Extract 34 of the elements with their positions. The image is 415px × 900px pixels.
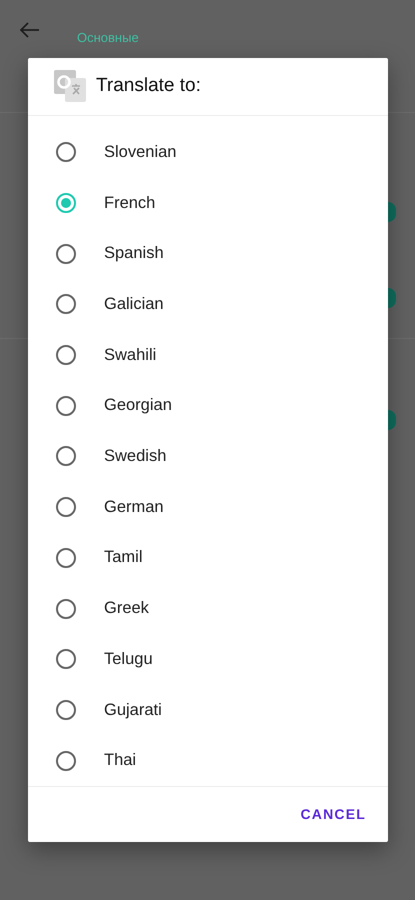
language-label[interactable]: Thai — [104, 748, 136, 773]
radio-button[interactable] — [56, 700, 76, 720]
radio-button[interactable] — [56, 396, 76, 416]
translate-icon — [54, 70, 86, 102]
language-label[interactable]: Greek — [104, 596, 149, 621]
section-title: Основные — [77, 29, 139, 48]
language-label[interactable]: Georgian — [104, 393, 172, 418]
radio-button[interactable] — [56, 142, 76, 162]
radio-button[interactable] — [56, 244, 76, 264]
switch-thumb[interactable] — [388, 202, 396, 222]
radio-button[interactable] — [56, 345, 76, 366]
switch-thumb[interactable] — [388, 288, 396, 308]
language-label[interactable]: Spanish — [104, 241, 164, 266]
language-label[interactable]: German — [104, 494, 164, 520]
language-label[interactable]: Telugu — [104, 646, 153, 672]
radio-button[interactable] — [56, 193, 76, 214]
radio-button[interactable] — [56, 548, 76, 568]
language-label[interactable]: Gujarati — [104, 698, 162, 722]
radio-button[interactable] — [56, 649, 76, 670]
language-label[interactable]: Swahili — [104, 342, 156, 368]
radio-button[interactable] — [56, 750, 76, 771]
dialog-title: Translate to: — [96, 74, 201, 98]
language-label[interactable]: Slovenian — [104, 140, 176, 165]
switch-thumb[interactable] — [388, 410, 396, 430]
cancel-button[interactable]: CANCEL — [298, 798, 368, 831]
language-label[interactable]: Swedish — [104, 444, 166, 469]
radio-button[interactable] — [56, 294, 76, 314]
radio-button[interactable] — [56, 497, 76, 518]
radio-button[interactable] — [56, 598, 76, 619]
back-arrow-icon[interactable] — [20, 22, 40, 38]
language-label[interactable]: French — [104, 190, 156, 216]
language-label[interactable]: Galician — [104, 292, 164, 317]
radio-button[interactable] — [56, 446, 76, 466]
language-label[interactable]: Tamil — [104, 545, 143, 570]
